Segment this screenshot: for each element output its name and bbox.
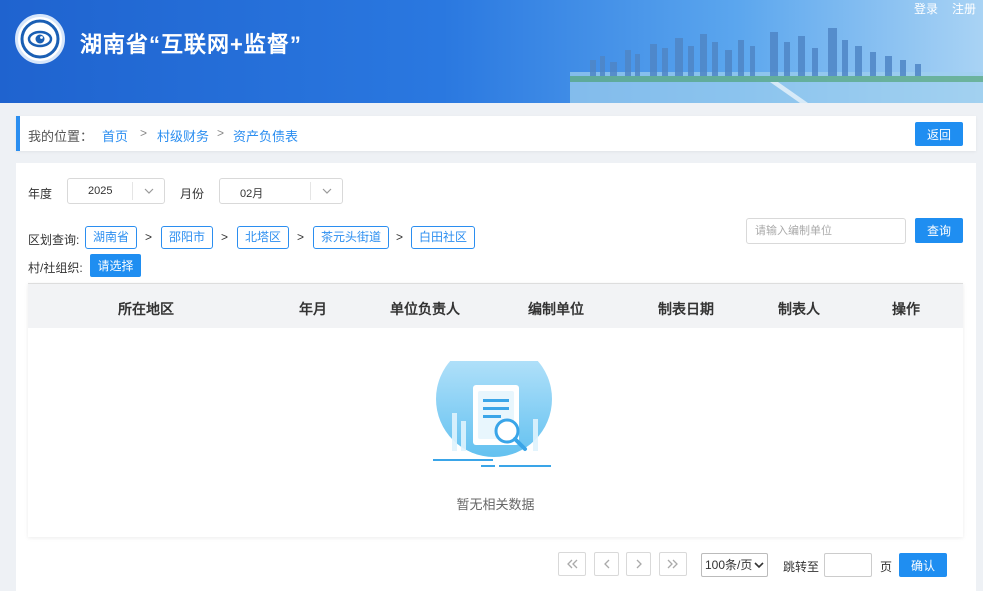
chevron-down-icon: [754, 557, 764, 579]
region-chip-district[interactable]: 北塔区: [237, 226, 290, 249]
site-title: 湖南省“互联网+监督”: [80, 32, 302, 57]
register-link[interactable]: 注册: [952, 0, 976, 17]
column-header-responsible: 单位负责人: [390, 301, 460, 317]
double-chevron-left-icon: [567, 559, 578, 569]
city-skyline-banner: [570, 28, 983, 103]
org-label: 村/社组织:: [28, 261, 83, 275]
column-header-compiler-unit: 编制单位: [528, 301, 584, 317]
next-page-button[interactable]: [626, 552, 651, 576]
page-unit-label: 页: [880, 560, 893, 574]
data-table: 所在地区 年月 单位负责人 编制单位 制表日期 制表人 操作 暂无相关数据: [28, 283, 963, 537]
region-chip-street[interactable]: 茶元头街道: [313, 226, 390, 249]
region-chip-community[interactable]: 白田社区: [411, 226, 476, 249]
empty-state-text: 暂无相关数据: [456, 497, 535, 512]
chevron-left-icon: [603, 559, 609, 569]
jump-label: 跳转至: [783, 560, 820, 574]
year-label: 年度: [28, 187, 53, 201]
site-logo-icon: [15, 14, 65, 64]
chevron-down-icon: [132, 182, 164, 200]
month-label: 月份: [180, 187, 205, 201]
search-input[interactable]: [746, 218, 906, 244]
first-page-button[interactable]: [558, 552, 586, 576]
breadcrumb-balance-sheet[interactable]: 资产负债表: [233, 126, 298, 145]
page-size-value: 100条/页: [705, 558, 753, 572]
region-label: 区划查询:: [28, 233, 80, 247]
year-value: 2025: [88, 185, 113, 197]
region-separator: >: [297, 230, 305, 244]
year-select[interactable]: 2025: [67, 178, 165, 204]
select-org-button[interactable]: 请选择: [90, 254, 141, 277]
column-header-region: 所在地区: [118, 301, 174, 317]
main-panel: 年度 2025 月份 02月 区划查询: 湖南省 > 邵阳市 > 北塔区 > 茶…: [16, 163, 976, 591]
breadcrumb: 我的位置： 首页 > 村级财务 > 资产负债表 返回: [16, 116, 976, 151]
chevron-right-icon: [636, 559, 642, 569]
breadcrumb-home[interactable]: 首页: [102, 126, 128, 145]
region-chip-province[interactable]: 湖南省: [85, 226, 138, 249]
site-header: 湖南省“互联网+监督” 登录 注册: [0, 0, 983, 103]
month-select[interactable]: 02月: [219, 178, 343, 204]
column-header-report-date: 制表日期: [658, 301, 714, 317]
breadcrumb-separator: >: [140, 126, 148, 140]
confirm-jump-button[interactable]: 确认: [899, 553, 947, 577]
jump-page-input[interactable]: [824, 553, 872, 577]
login-link[interactable]: 登录: [914, 0, 938, 17]
page-size-select[interactable]: 100条/页: [701, 553, 768, 577]
double-chevron-right-icon: [667, 559, 678, 569]
chevron-down-icon: [310, 182, 342, 200]
column-header-actions: 操作: [892, 301, 920, 317]
region-separator: >: [396, 230, 404, 244]
region-separator: >: [221, 230, 229, 244]
table-header: 所在地区 年月 单位负责人 编制单位 制表日期 制表人 操作: [28, 283, 963, 328]
empty-data-icon: [433, 361, 552, 467]
prev-page-button[interactable]: [594, 552, 619, 576]
query-button[interactable]: 查询: [915, 218, 963, 243]
month-value: 02月: [240, 188, 264, 200]
region-separator: >: [145, 230, 153, 244]
column-header-year-month: 年月: [299, 301, 327, 317]
last-page-button[interactable]: [659, 552, 687, 576]
back-button[interactable]: 返回: [915, 122, 963, 146]
column-header-preparer: 制表人: [778, 301, 820, 317]
breadcrumb-village-finance[interactable]: 村级财务: [157, 126, 209, 145]
breadcrumb-label: 我的位置：: [28, 129, 94, 144]
breadcrumb-separator: >: [217, 126, 225, 140]
region-chip-city[interactable]: 邵阳市: [161, 226, 214, 249]
